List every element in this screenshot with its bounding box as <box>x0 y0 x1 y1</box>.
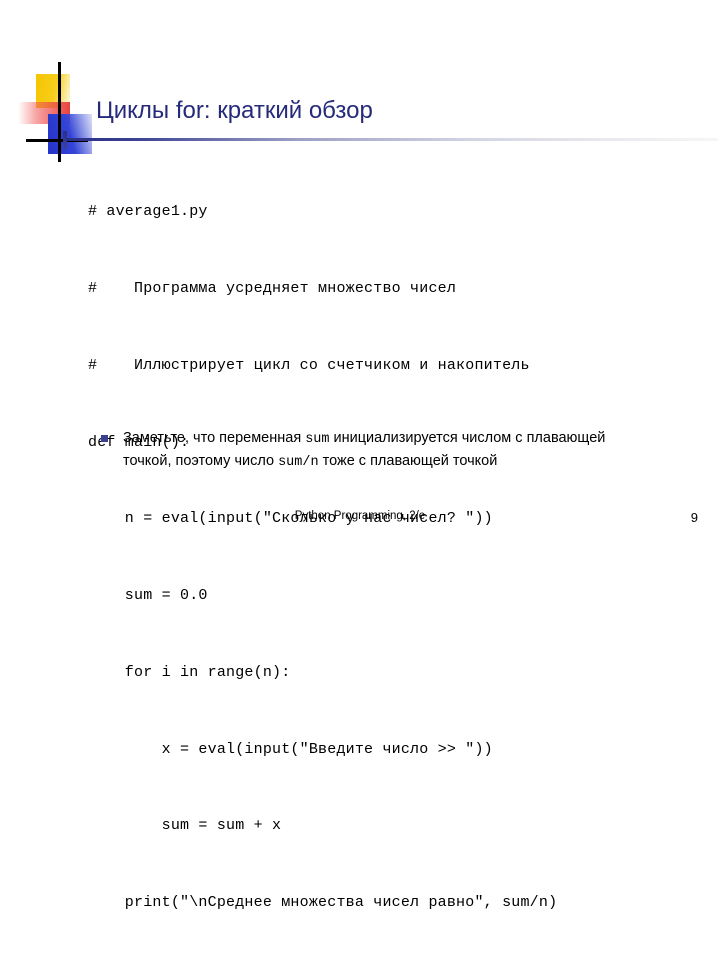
code-line: for i in range(n): <box>88 663 291 681</box>
footer-label: Python Programming, 2/e <box>294 510 426 522</box>
code-line: # average1.py <box>88 203 208 221</box>
decorative-logo <box>18 62 96 162</box>
slide-canvas: Циклы for: краткий обзор # average1.py #… <box>0 0 720 911</box>
title-divider <box>66 138 718 141</box>
code-line: sum = 0.0 <box>88 587 208 605</box>
bullet-text-segment: Заметьте, что переменная <box>123 430 306 446</box>
page-number: 9 <box>690 510 698 525</box>
code-line: print("\nСреднее множества чисел равно",… <box>88 894 558 912</box>
bullet-inline-code: sum <box>305 432 330 447</box>
bullet-item: Заметьте, что переменная sum инициализир… <box>101 428 631 473</box>
bullet-square-icon <box>101 435 108 442</box>
code-line: # Программа усредняет множество чисел <box>88 279 457 297</box>
code-line: x = eval(input("Введите число >> ")) <box>88 740 493 758</box>
bullet-text: Заметьте, что переменная sum инициализир… <box>123 428 631 473</box>
code-line: sum = sum + x <box>88 817 282 835</box>
slide-title: Циклы for: краткий обзор <box>96 97 373 124</box>
bullet-inline-code: sum/n <box>278 454 319 470</box>
vertical-line-icon <box>58 62 61 162</box>
bullet-text-segment: тоже с плавающей точкой <box>318 452 498 469</box>
code-line: # Иллюстрирует цикл со счетчиком и накоп… <box>88 356 530 374</box>
blue-square-icon <box>48 114 92 154</box>
code-block: # average1.py # Программа усредняет множ… <box>88 148 557 967</box>
